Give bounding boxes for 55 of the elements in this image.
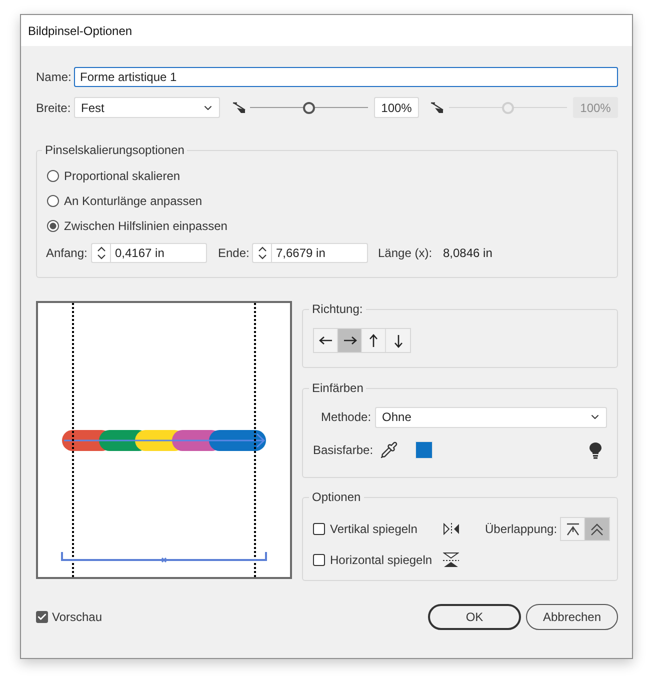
field-label: Anfang: (46, 246, 88, 260)
length-value: 8,0846 in (443, 246, 492, 260)
radio-label: Zwischen Hilfslinien einpassen (64, 219, 228, 233)
checkbox-label: Vertikal spiegeln (330, 522, 418, 536)
checkbox[interactable] (313, 523, 325, 535)
field-label: Breite: (36, 100, 72, 114)
width-profile-icon (431, 102, 444, 113)
radio-button[interactable] (47, 195, 59, 207)
checkbox-label: Horizontal spiegeln (330, 553, 432, 567)
group-title: Richtung: (311, 302, 364, 316)
field-label: Methode: (321, 410, 372, 424)
checkbox[interactable] (36, 611, 48, 623)
group-title: Pinselskalierungsoptionen (44, 143, 186, 157)
direction-button[interactable] (338, 329, 362, 352)
checkbox[interactable] (313, 554, 325, 566)
radio-label: An Konturlänge anpassen (64, 194, 202, 208)
percent-field[interactable]: 100% (374, 97, 419, 118)
field-label: Ende: (218, 246, 250, 260)
arrow-up-icon (369, 334, 378, 348)
arrow-down-icon (394, 334, 402, 348)
field-label: Länge (x): (378, 246, 434, 260)
start-field[interactable]: 0,4167 in (110, 243, 207, 263)
color-swatch-icon[interactable] (415, 441, 434, 459)
radio-button[interactable] (47, 170, 59, 182)
method-dropdown[interactable]: Ohne (375, 406, 607, 428)
flip-vertical-icon (443, 523, 460, 535)
chevron-bar-icon (566, 522, 580, 536)
slider-thumb[interactable] (303, 102, 315, 114)
field-label: Überlappung: (485, 522, 558, 536)
ok-button[interactable]: OK (428, 604, 521, 630)
eyedropper-icon[interactable] (380, 441, 398, 459)
stepper-button[interactable] (91, 243, 110, 263)
end-field[interactable]: 7,6679 in (271, 243, 368, 263)
cancel-button[interactable]: Abbrechen (526, 604, 618, 630)
overlap-button[interactable] (585, 518, 610, 540)
arrow-right-icon (342, 336, 356, 345)
width-profile-icon (233, 102, 246, 113)
width-dropdown[interactable]: Fest (74, 97, 220, 118)
window-title: Bildpinsel-Optionen (28, 24, 132, 38)
checkmark-icon (37, 612, 47, 622)
stepper-button[interactable] (252, 243, 271, 263)
group-title: Optionen (311, 490, 362, 504)
field-label: Basisfarbe: (313, 443, 374, 457)
chevrons-up-icon (590, 522, 604, 536)
radio-label: Proportional skalieren (64, 169, 180, 183)
name-field[interactable]: Forme artistique 1 (74, 67, 618, 87)
checkbox-label: Vorschau (52, 610, 102, 624)
arrow-left-icon (318, 336, 332, 345)
field-label: Name: (36, 70, 72, 84)
up-down-chevron-icon (96, 246, 106, 260)
radio-button[interactable] (47, 220, 59, 232)
lightbulb-icon[interactable] (589, 442, 602, 458)
flip-horizontal-icon (443, 552, 459, 568)
group-title: Einfärben (311, 381, 364, 395)
up-down-chevron-icon (258, 246, 266, 260)
